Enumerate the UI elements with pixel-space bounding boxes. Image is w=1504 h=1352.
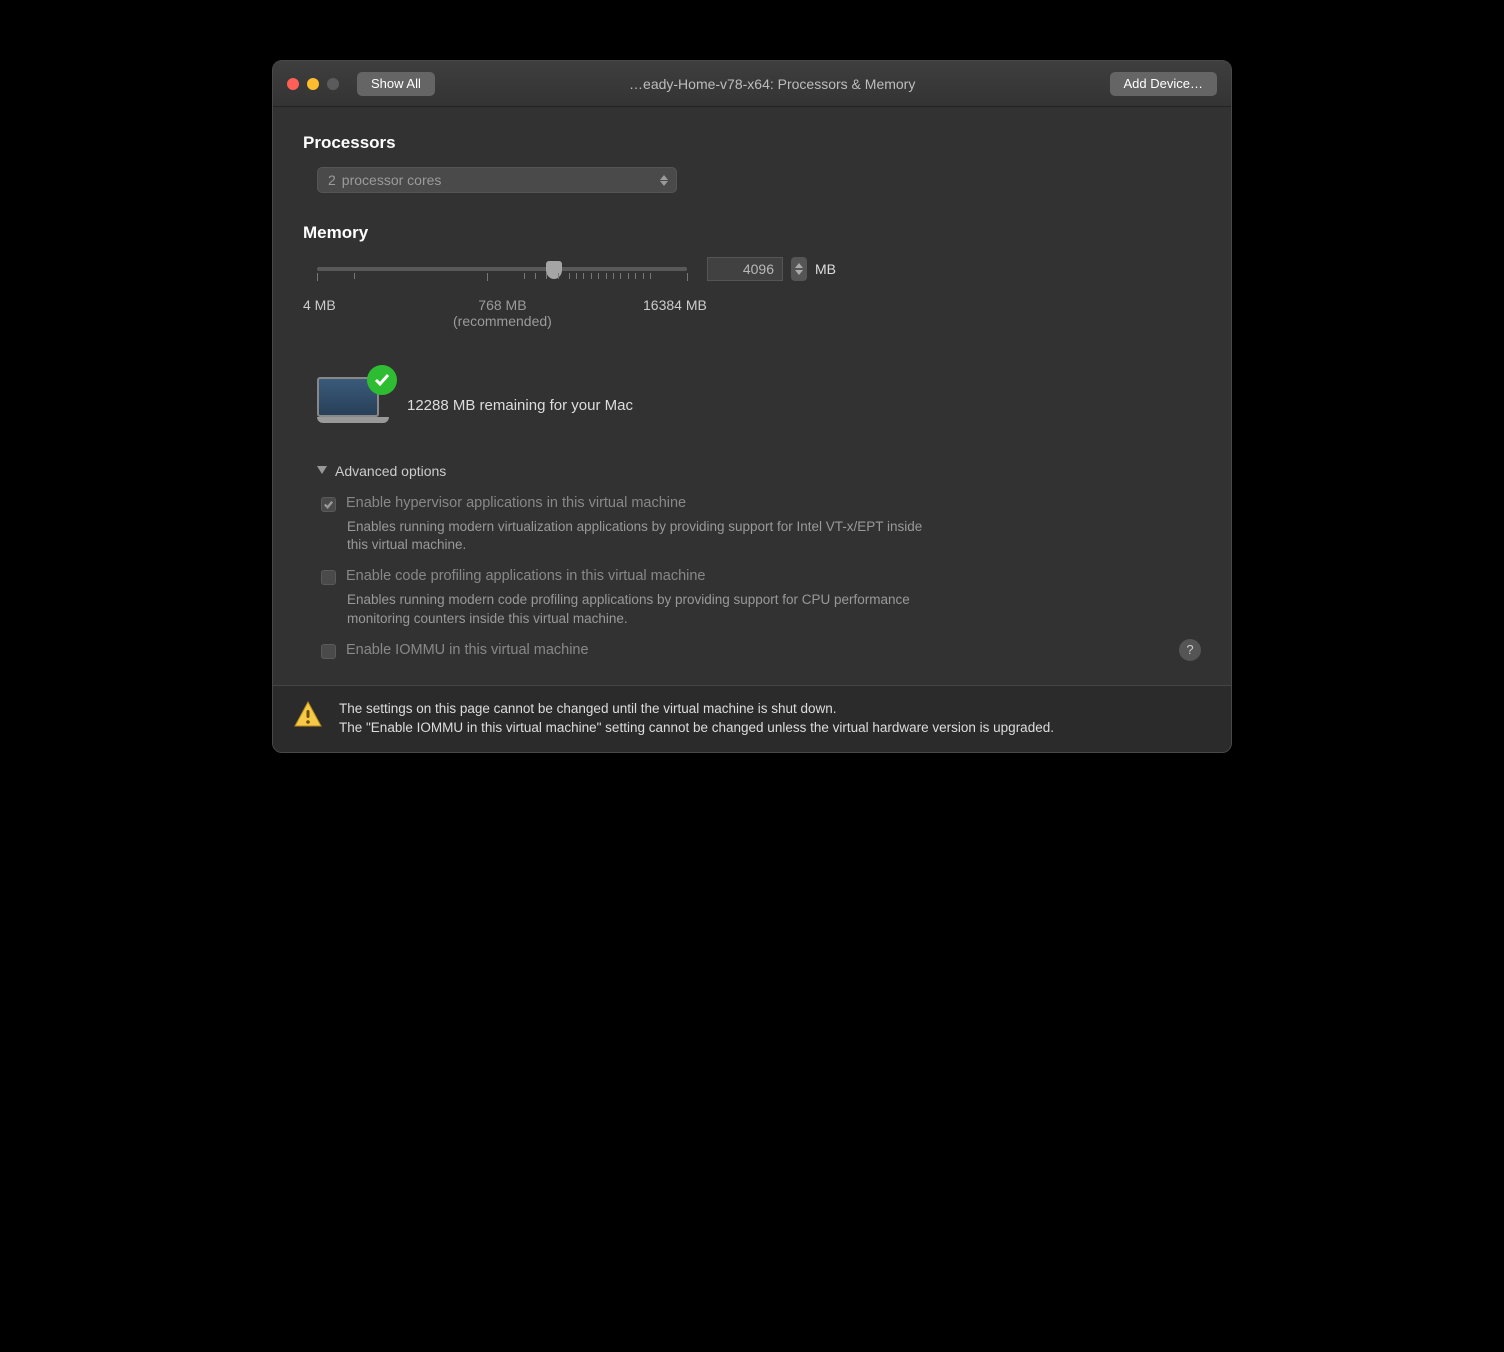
- footer-line-2: The "Enable IOMMU in this virtual machin…: [339, 719, 1054, 738]
- titlebar: Show All …eady-Home-v78-x64: Processors …: [273, 61, 1231, 107]
- hypervisor-checkbox[interactable]: [321, 497, 336, 512]
- iommu-label: Enable IOMMU in this virtual machine: [346, 642, 589, 658]
- hypervisor-description: Enables running modern virtualization ap…: [347, 518, 927, 554]
- show-all-button[interactable]: Show All: [357, 72, 435, 96]
- advanced-disclosure[interactable]: Advanced options: [317, 463, 1201, 479]
- memory-input-group: MB: [707, 257, 836, 281]
- memory-min-label: 4 MB: [303, 297, 336, 313]
- memory-remaining-text: 12288 MB remaining for your Mac: [407, 397, 633, 414]
- option-hypervisor: Enable hypervisor applications in this v…: [321, 495, 1201, 512]
- advanced-label: Advanced options: [335, 463, 446, 479]
- footer-warning: The settings on this page cannot be chan…: [273, 685, 1231, 752]
- add-device-button[interactable]: Add Device…: [1110, 72, 1217, 96]
- memory-input[interactable]: [707, 257, 783, 281]
- dropdown-arrows-icon: [660, 175, 668, 186]
- memory-stepper[interactable]: [791, 257, 807, 281]
- code-profiling-label: Enable code profiling applications in th…: [346, 568, 705, 584]
- advanced-section: Advanced options Enable hypervisor appli…: [317, 463, 1201, 665]
- window-controls: [287, 78, 339, 90]
- help-button[interactable]: ?: [1179, 639, 1201, 661]
- processor-count: 2: [328, 172, 336, 188]
- memory-slider-area: 4 MB 768 MB (recommended) 16384 MB: [317, 257, 687, 343]
- processor-suffix: processor cores: [342, 172, 442, 188]
- memory-slider-ticks: [317, 273, 687, 283]
- memory-unit: MB: [815, 261, 836, 277]
- warning-icon: [293, 700, 323, 728]
- memory-remaining-row: 12288 MB remaining for your Mac: [317, 377, 1201, 433]
- checkmark-badge-icon: [367, 365, 397, 395]
- footer-text: The settings on this page cannot be chan…: [339, 700, 1054, 738]
- option-code-profiling: Enable code profiling applications in th…: [321, 568, 1201, 585]
- memory-slider-labels: 4 MB 768 MB (recommended) 16384 MB: [303, 297, 687, 343]
- stepper-down-icon: [795, 270, 803, 275]
- settings-window: Show All …eady-Home-v78-x64: Processors …: [272, 60, 1232, 753]
- zoom-window-icon: [327, 78, 339, 90]
- memory-slider[interactable]: [317, 267, 687, 271]
- mac-laptop-icon: [317, 377, 389, 433]
- close-window-icon[interactable]: [287, 78, 299, 90]
- memory-heading: Memory: [303, 223, 1201, 243]
- processor-cores-dropdown[interactable]: 2 processor cores: [317, 167, 677, 193]
- footer-line-1: The settings on this page cannot be chan…: [339, 700, 1054, 719]
- hypervisor-label: Enable hypervisor applications in this v…: [346, 495, 686, 511]
- memory-row: 4 MB 768 MB (recommended) 16384 MB MB: [317, 257, 1201, 343]
- memory-max-label: 16384 MB: [643, 297, 707, 313]
- code-profiling-description: Enables running modern code profiling ap…: [347, 591, 927, 627]
- window-title: …eady-Home-v78-x64: Processors & Memory: [435, 76, 1110, 92]
- memory-recommended-label: 768 MB (recommended): [453, 297, 552, 329]
- code-profiling-checkbox[interactable]: [321, 570, 336, 585]
- disclosure-triangle-icon: [317, 466, 327, 476]
- content-area: Processors 2 processor cores Memory: [273, 107, 1231, 685]
- stepper-up-icon: [795, 263, 803, 268]
- minimize-window-icon[interactable]: [307, 78, 319, 90]
- processors-heading: Processors: [303, 133, 1201, 153]
- option-iommu: Enable IOMMU in this virtual machine: [321, 642, 1201, 659]
- iommu-checkbox[interactable]: [321, 644, 336, 659]
